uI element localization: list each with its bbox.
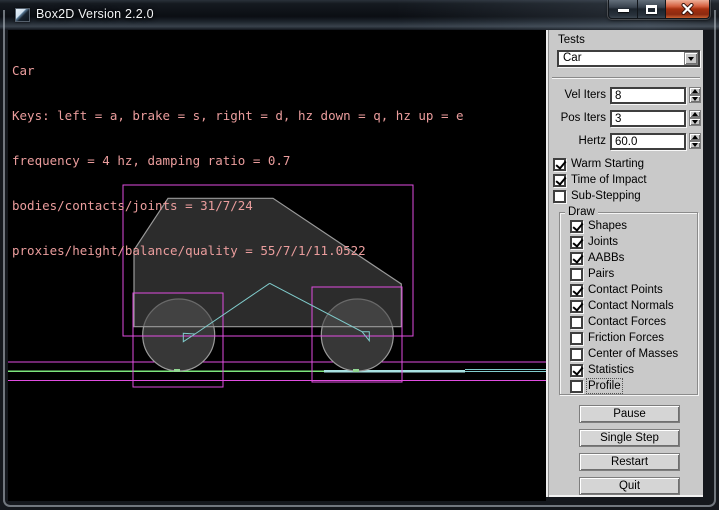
checkbox-label: Shapes (588, 220, 627, 232)
hertz-row: Hertz (549, 133, 703, 150)
arrow-down-icon (692, 143, 698, 147)
proxies-stats-line: proxies/height/balance/quality = 55/7/1/… (12, 243, 464, 258)
tests-dropdown-button[interactable] (684, 52, 698, 65)
vel-iters-input[interactable] (610, 87, 686, 104)
hertz-up-button[interactable] (689, 133, 701, 141)
hertz-down-button[interactable] (689, 141, 701, 149)
simulation-canvas[interactable]: Car Keys: left = a, brake = s, right = d… (8, 30, 546, 501)
minimize-button[interactable] (608, 0, 638, 19)
checkbox-box (570, 316, 583, 329)
caption-buttons (608, 0, 710, 19)
window-title: Box2D Version 2.2.0 (36, 7, 154, 21)
pos-iters-input[interactable] (610, 110, 686, 127)
arrow-up-icon (692, 89, 698, 93)
checkbox-label: Joints (588, 236, 618, 248)
checkbox-label: Time of Impact (571, 174, 647, 186)
checkbox-box (570, 332, 583, 345)
bridge-segment-bright (324, 370, 465, 372)
checkbox-box (570, 364, 583, 377)
checkbox-box (570, 236, 583, 249)
restart-button[interactable]: Restart (579, 453, 680, 471)
pos-iters-down-button[interactable] (689, 118, 701, 126)
checkbox-box (570, 348, 583, 361)
checkbox-box (570, 284, 583, 297)
checkbox-label: Friction Forces (588, 332, 664, 344)
hertz-spinner (689, 133, 701, 150)
vel-iters-label: Vel Iters (549, 89, 606, 101)
pos-iters-row: Pos Iters (549, 110, 703, 127)
close-button[interactable] (666, 0, 710, 19)
single-step-button[interactable]: Single Step (579, 429, 680, 447)
tests-dropdown-value: Car (559, 52, 684, 65)
tests-dropdown[interactable]: Car (557, 50, 700, 67)
checkbox-label: Profile (588, 380, 621, 392)
titlebar[interactable]: Box2D Version 2.2.0 (0, 0, 719, 30)
control-panel: Tests Car Vel Iters Pos Iters H (549, 30, 703, 497)
pos-iters-up-button[interactable] (689, 110, 701, 118)
app-icon (15, 8, 30, 22)
checkbox-label: Contact Points (588, 284, 663, 296)
arrow-up-icon (692, 112, 698, 116)
quit-button[interactable]: Quit (579, 477, 680, 495)
checkbox-label: Statistics (588, 364, 634, 376)
checkbox-label: Contact Forces (588, 316, 666, 328)
checkbox-box (570, 252, 583, 265)
vel-iters-down-button[interactable] (689, 95, 701, 103)
vel-iters-row: Vel Iters (549, 87, 703, 104)
test-name-line: Car (12, 63, 464, 78)
checkbox-label: AABBs (588, 252, 624, 264)
frequency-line: frequency = 4 hz, damping ratio = 0.7 (12, 153, 464, 168)
tests-label: Tests (558, 34, 585, 46)
checkbox-label: Sub-Stepping (571, 190, 641, 202)
checkbox-box (570, 300, 583, 313)
box2d-testbed-window: Box2D Version 2.2.0 (0, 0, 719, 510)
checkbox-label: Pairs (588, 268, 614, 280)
checkbox-box (553, 190, 566, 203)
hertz-label: Hertz (549, 135, 606, 147)
chevron-down-icon (688, 57, 694, 61)
minimize-icon (618, 9, 629, 12)
maximize-icon (646, 5, 657, 14)
hertz-input[interactable] (610, 133, 686, 150)
arrow-down-icon (692, 97, 698, 101)
vel-iters-up-button[interactable] (689, 87, 701, 95)
checkbox-label: Contact Normals (588, 300, 674, 312)
close-icon (681, 3, 694, 15)
checkbox-box (570, 268, 583, 281)
front-contact-point (353, 369, 359, 372)
rear-contact-point (174, 369, 180, 372)
checkbox-label: Center of Masses (588, 348, 678, 360)
pause-button[interactable]: Pause (579, 405, 680, 423)
checkbox-box (553, 158, 566, 171)
maximize-button[interactable] (638, 0, 666, 19)
checkbox-box (570, 380, 583, 393)
checkbox-label: Warm Starting (571, 158, 644, 170)
arrow-up-icon (692, 135, 698, 139)
vel-iters-spinner (689, 87, 701, 104)
pos-iters-spinner (689, 110, 701, 127)
stats-text: Car Keys: left = a, brake = s, right = d… (12, 33, 464, 288)
separator (552, 77, 700, 79)
checkbox-box (570, 220, 583, 233)
arrow-down-icon (692, 120, 698, 124)
draw-group-title: Draw (565, 206, 598, 218)
keys-help-line: Keys: left = a, brake = s, right = d, hz… (12, 108, 464, 123)
pos-iters-label: Pos Iters (549, 112, 606, 124)
checkbox-box (553, 174, 566, 187)
bodies-stats-line: bodies/contacts/joints = 31/7/24 (12, 198, 464, 213)
